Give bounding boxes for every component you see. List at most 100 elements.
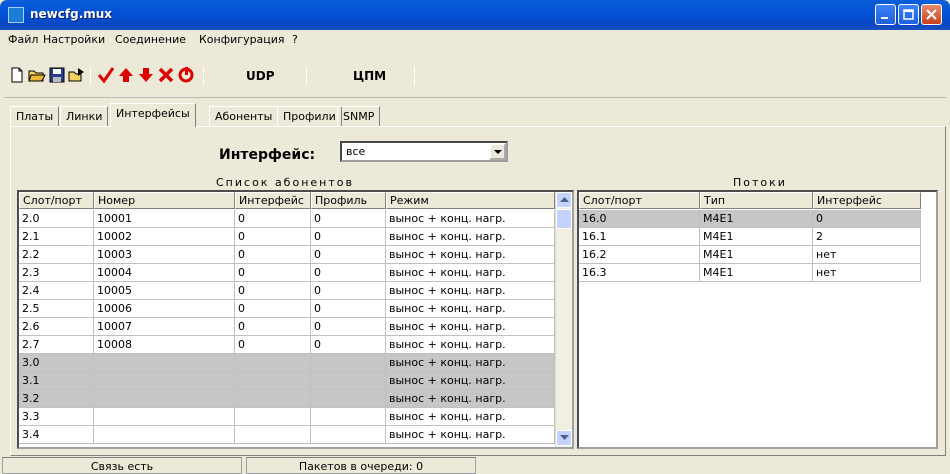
toolbar-separator [203, 66, 204, 86]
interface-filter-value: все [346, 145, 366, 158]
table-cell: 2.2 [19, 246, 94, 264]
table-cell: вынос + конц. нагр. [386, 390, 555, 408]
streams-table[interactable]: Слот/порт Тип Интерфейс 16.0 M4E1 0 16.1 M4E… [577, 190, 938, 449]
dropdown-arrow-button[interactable] [489, 143, 506, 160]
menu-connection[interactable]: Соединение [115, 33, 186, 46]
close-button[interactable] [921, 4, 942, 25]
table-cell [94, 372, 235, 390]
tab-snmp[interactable]: SNMP [337, 106, 381, 126]
table-cell [235, 426, 311, 444]
table-cell: 0 [813, 210, 921, 228]
arrow-up-icon[interactable] [117, 66, 135, 84]
table-cell: 2.4 [19, 282, 94, 300]
column-header-number[interactable]: Номер [94, 192, 235, 209]
delete-x-icon[interactable] [157, 66, 175, 84]
open-folder-icon[interactable] [28, 66, 46, 84]
subscriber-table-scrollbar[interactable] [555, 192, 572, 447]
toolbar: UDP ЦПМ [4, 52, 946, 98]
connection-status: Связь есть [2, 457, 242, 474]
app-icon [8, 7, 24, 23]
table-cell: 2.1 [19, 228, 94, 246]
tab-profiles[interactable]: Профили [277, 106, 342, 126]
table-cell [235, 408, 311, 426]
table-cell [311, 372, 386, 390]
tab-links[interactable]: Линки [60, 106, 109, 126]
scroll-thumb[interactable] [556, 209, 572, 229]
tab-interfaces[interactable]: Интерфейсы [110, 103, 196, 127]
reset-icon[interactable] [177, 66, 195, 84]
table-cell: 0 [235, 228, 311, 246]
table-cell: 10006 [94, 300, 235, 318]
new-file-icon[interactable] [8, 66, 26, 84]
table-cell: 2 [813, 228, 921, 246]
interface-filter-select[interactable]: все [340, 141, 508, 162]
column-header-slot[interactable]: Слот/порт [19, 192, 94, 209]
menu-configuration[interactable]: Конфигурация [199, 33, 285, 46]
menu-file[interactable]: Файл [8, 33, 38, 46]
table-cell [311, 408, 386, 426]
table-cell: нет [813, 264, 921, 282]
scroll-down-button[interactable] [556, 430, 572, 446]
menu-settings[interactable]: Настройки [43, 33, 105, 46]
table-cell: вынос + конц. нагр. [386, 336, 555, 354]
column-header-slot[interactable]: Слот/порт [579, 192, 700, 209]
table-cell: 0 [235, 210, 311, 228]
table-cell [94, 354, 235, 372]
table-cell: 0 [235, 246, 311, 264]
column-header-type[interactable]: Тип [700, 192, 813, 209]
menu-help[interactable]: ? [292, 33, 298, 46]
table-cell [94, 390, 235, 408]
table-cell: вынос + конц. нагр. [386, 210, 555, 228]
tab-subscribers[interactable]: Абоненты [209, 106, 279, 126]
toolbar-separator [90, 66, 91, 86]
table-cell: 3.1 [19, 372, 94, 390]
save-disk-icon[interactable] [48, 66, 66, 84]
table-cell: 10001 [94, 210, 235, 228]
table-cell [311, 390, 386, 408]
table-cell: M4E1 [700, 264, 813, 282]
table-cell [235, 372, 311, 390]
table-cell [94, 408, 235, 426]
table-cell: 0 [235, 318, 311, 336]
table-cell: 0 [235, 282, 311, 300]
table-cell: 2.0 [19, 210, 94, 228]
table-cell: 0 [311, 210, 386, 228]
cpm-button[interactable]: ЦПМ [353, 69, 386, 83]
table-cell: вынос + конц. нагр. [386, 300, 555, 318]
table-cell: 10004 [94, 264, 235, 282]
table-cell: 0 [235, 300, 311, 318]
arrow-down-icon[interactable] [137, 66, 155, 84]
minimize-button[interactable] [875, 4, 896, 25]
export-icon[interactable] [68, 66, 86, 84]
udp-button[interactable]: UDP [246, 69, 275, 83]
table-cell: M4E1 [700, 246, 813, 264]
subscriber-table[interactable]: Слот/порт Номер Интерфейс Профиль Режим … [17, 190, 574, 449]
table-cell: 2.5 [19, 300, 94, 318]
scroll-up-button[interactable] [556, 192, 572, 208]
table-cell: 3.4 [19, 426, 94, 444]
maximize-button[interactable] [898, 4, 919, 25]
column-header-mode[interactable]: Режим [386, 192, 555, 209]
table-cell [94, 426, 235, 444]
table-cell: вынос + конц. нагр. [386, 264, 555, 282]
column-header-interface[interactable]: Интерфейс [235, 192, 311, 209]
check-icon[interactable] [97, 66, 115, 84]
table-cell: 3.3 [19, 408, 94, 426]
table-cell: 0 [311, 300, 386, 318]
table-cell: 0 [311, 228, 386, 246]
menu-bar: Файл Настройки Соединение Конфигурация ? [4, 30, 946, 50]
title-bar: newcfg.mux [0, 0, 950, 30]
column-header-profile[interactable]: Профиль [311, 192, 386, 209]
tab-boards[interactable]: Платы [10, 106, 60, 126]
table-cell [235, 354, 311, 372]
table-cell: вынос + конц. нагр. [386, 318, 555, 336]
table-cell: вынос + конц. нагр. [386, 282, 555, 300]
table-cell [235, 390, 311, 408]
table-cell: вынос + конц. нагр. [386, 372, 555, 390]
table-cell: 10007 [94, 318, 235, 336]
column-header-interface[interactable]: Интерфейс [813, 192, 921, 209]
table-cell: 10003 [94, 246, 235, 264]
table-cell: 10005 [94, 282, 235, 300]
table-cell: 2.6 [19, 318, 94, 336]
queue-status: Пакетов в очереди: 0 [246, 457, 476, 474]
